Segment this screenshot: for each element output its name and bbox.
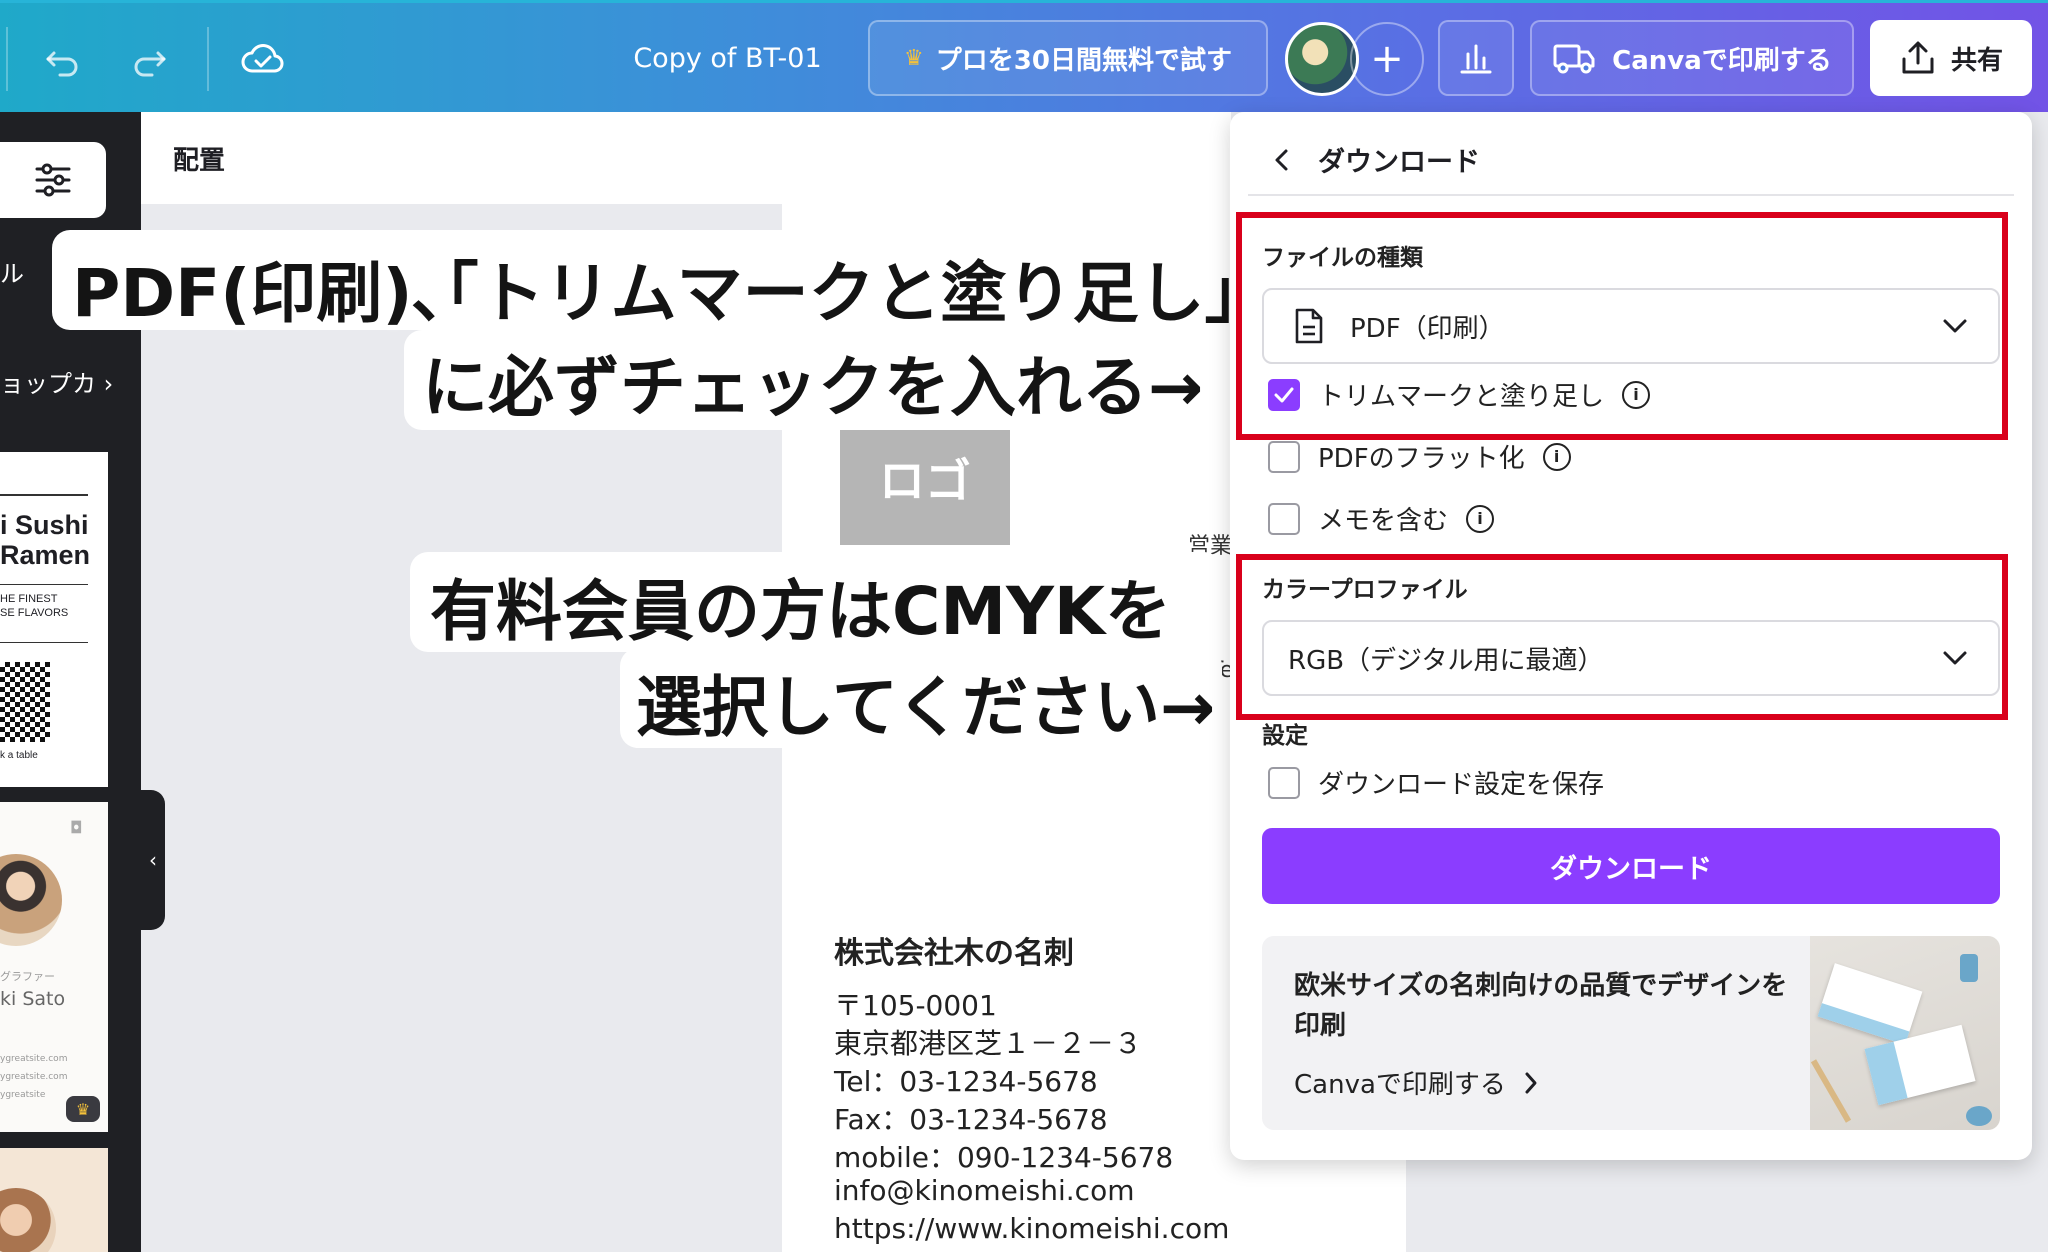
premium-crown-badge: ♛: [66, 1096, 100, 1122]
avatar[interactable]: [1285, 22, 1359, 96]
flatten-pdf-label: PDFのフラット化: [1318, 444, 1525, 474]
annotation-trim-marks: PDF(印刷)､｢トリムマークと塗り足し｣: [72, 255, 1238, 332]
portrait-photo: [0, 1188, 56, 1252]
thumbnail-text: ygreatsite.com: [0, 1072, 68, 1082]
flatten-pdf-checkbox[interactable]: [1268, 440, 1300, 473]
annotation-cmyk: 有料会員の方はCMYKを: [430, 573, 1172, 650]
back-button[interactable]: [1264, 142, 1300, 178]
thumbnail-text: Ramen: [0, 540, 91, 570]
template-thumbnail-photographer[interactable]: ◘ グラファー ki Sato ygreatsite.com ygreatsit…: [0, 802, 108, 1132]
thumbnail-text: k a table: [0, 750, 38, 761]
chevron-left-icon: [1275, 149, 1288, 171]
truck-icon: [1553, 44, 1595, 74]
promo-title: 欧米サイズの名刺向けの品質でデザインを印刷: [1294, 971, 1788, 1041]
include-notes-label: メモを含む: [1318, 506, 1449, 536]
address-line[interactable]: https://www.kinomeishi.com: [834, 1212, 1229, 1245]
plus-icon: +: [1370, 36, 1404, 82]
thumbnail-text: ki Sato: [0, 988, 66, 1010]
shop-card-link[interactable]: ョップカ ›: [0, 364, 113, 399]
toolbar-separator: [6, 27, 8, 91]
document-title[interactable]: Copy of BT-01: [600, 39, 855, 79]
chevron-right-icon: [1525, 1072, 1537, 1093]
info-icon[interactable]: i: [1542, 442, 1571, 471]
business-cards-photo: [1810, 936, 2000, 1130]
highlight-file-type: [1236, 212, 2008, 440]
address-line[interactable]: mobile：090-1234-5678: [834, 1136, 1173, 1176]
cloud-saved-icon[interactable]: [235, 31, 291, 87]
position-tab[interactable]: 配置: [173, 140, 225, 177]
add-collaborator-button[interactable]: +: [1350, 22, 1424, 96]
pro-trial-button[interactable]: ♛ プロを30日間無料で試す: [868, 20, 1268, 96]
promo-link-label: Canvaで印刷する: [1294, 1070, 1506, 1100]
undo-icon[interactable]: [34, 31, 90, 87]
flatten-pdf-option[interactable]: PDFのフラット化 i: [1268, 438, 1571, 475]
address-line[interactable]: Tel：03-1234-5678: [834, 1060, 1098, 1100]
portrait-photo: [0, 854, 62, 946]
company-name[interactable]: 株式会社木の名刺: [834, 928, 1074, 972]
toolbar-separator: [207, 27, 209, 91]
thumbnail-text: SE FLAVORS: [0, 607, 69, 619]
address-line[interactable]: info@kinomeishi.com: [834, 1174, 1134, 1207]
save-settings-label: ダウンロード設定を保存: [1318, 770, 1605, 800]
thumbnail-text: グラファー: [0, 970, 55, 983]
print-with-canva-button[interactable]: Canvaで印刷する: [1530, 20, 1854, 96]
share-label: 共有: [1950, 45, 2003, 76]
insights-button[interactable]: [1438, 20, 1514, 96]
filter-button[interactable]: [0, 142, 106, 218]
crown-icon: ♛: [904, 45, 924, 71]
template-thumbnail-portrait[interactable]: [0, 1148, 108, 1252]
address-line[interactable]: 〒105-0001: [834, 984, 997, 1024]
bar-chart-icon: [1460, 44, 1492, 74]
panel-title: ダウンロード: [1318, 147, 1480, 178]
divider: [1248, 194, 2014, 196]
side-panel-label: ル: [0, 260, 24, 288]
shop-card-label: ョップカ: [0, 370, 96, 398]
address-line[interactable]: Fax：03-1234-5678: [834, 1098, 1108, 1138]
upload-icon: [1902, 41, 1934, 74]
qr-code-icon: [0, 662, 50, 742]
thumbnail-text: ygreatsite.com: [0, 1054, 68, 1064]
print-label: Canvaで印刷する: [1612, 45, 1832, 76]
sliders-icon: [35, 163, 71, 197]
highlight-color-profile: [1236, 554, 2008, 720]
redo-icon[interactable]: [122, 31, 178, 87]
pro-trial-label: プロを30日間無料で試す: [935, 45, 1232, 76]
share-button[interactable]: 共有: [1870, 20, 2032, 96]
camera-icon: ◘: [70, 818, 83, 837]
logo-placeholder-text: ロゴ: [879, 453, 971, 508]
thumbnail-text: i Sushi: [0, 510, 89, 540]
info-icon[interactable]: i: [1466, 504, 1495, 533]
collapse-panel-button[interactable]: ‹: [141, 790, 165, 930]
logo-placeholder[interactable]: ロゴ: [840, 410, 1010, 545]
settings-label: 設定: [1262, 723, 1308, 749]
chevron-right-icon: ›: [103, 370, 114, 398]
save-settings-option[interactable]: ダウンロード設定を保存: [1268, 764, 1604, 801]
include-notes-checkbox[interactable]: [1268, 502, 1300, 535]
editor-header: 配置: [141, 112, 1231, 204]
save-settings-checkbox[interactable]: [1268, 766, 1300, 799]
thumbnail-text: ygreatsite: [0, 1090, 46, 1100]
include-notes-option[interactable]: メモを含む i: [1268, 500, 1495, 537]
template-thumbnail-sushi[interactable]: i Sushi Ramen HE FINEST SE FLAVORS k a t…: [0, 452, 108, 787]
chevron-left-icon: ‹: [149, 848, 157, 872]
download-button[interactable]: ダウンロード: [1262, 828, 2000, 904]
promo-print-link[interactable]: Canvaで印刷する: [1294, 1064, 1538, 1101]
thumbnail-text: HE FINEST: [0, 593, 58, 605]
annotation-cmyk-line2: 選択してください→: [636, 669, 1216, 746]
print-promo-card[interactable]: 欧米サイズの名刺向けの品質でデザインを印刷 Canvaで印刷する: [1262, 936, 2000, 1130]
top-toolbar: Copy of BT-01 ♛ プロを30日間無料で試す + Canvaで印刷す…: [0, 0, 2048, 112]
address-line[interactable]: 東京都港区芝１－２－３: [834, 1022, 1142, 1062]
annotation-trim-marks-line2: に必ずチェックを入れる→: [422, 349, 1204, 426]
